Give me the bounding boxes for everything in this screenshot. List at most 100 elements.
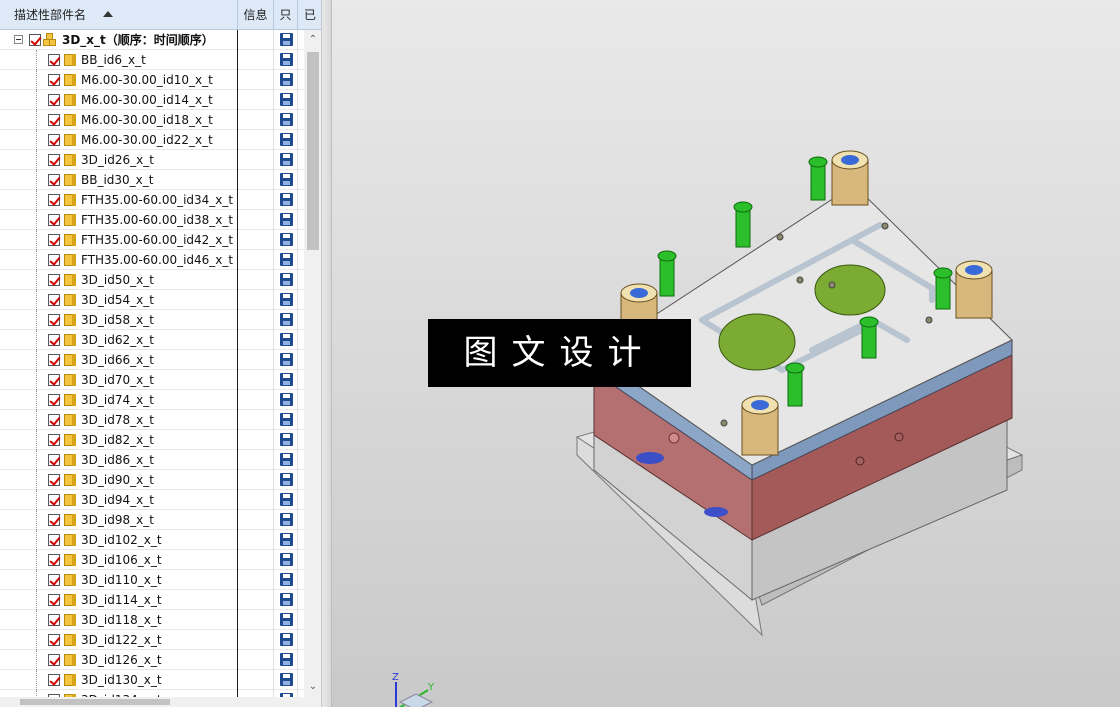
tree-row[interactable]: M6.00-30.00_id10_x_t bbox=[0, 70, 304, 90]
visibility-checkbox[interactable] bbox=[48, 554, 60, 566]
horizontal-scrollbar[interactable] bbox=[0, 697, 321, 707]
visibility-checkbox[interactable] bbox=[48, 334, 60, 346]
save-icon[interactable] bbox=[280, 33, 293, 46]
visibility-checkbox[interactable] bbox=[48, 414, 60, 426]
save-icon[interactable] bbox=[280, 373, 293, 386]
tree-row[interactable]: FTH35.00-60.00_id34_x_t bbox=[0, 190, 304, 210]
save-icon[interactable] bbox=[280, 393, 293, 406]
visibility-checkbox[interactable] bbox=[48, 354, 60, 366]
save-icon[interactable] bbox=[280, 533, 293, 546]
save-icon[interactable] bbox=[280, 473, 293, 486]
tree-row[interactable]: 3D_id66_x_t bbox=[0, 350, 304, 370]
column-header-only[interactable]: 只 bbox=[274, 0, 298, 30]
save-icon[interactable] bbox=[280, 433, 293, 446]
tree-row[interactable]: 3D_id98_x_t bbox=[0, 510, 304, 530]
visibility-checkbox[interactable] bbox=[48, 494, 60, 506]
visibility-checkbox[interactable] bbox=[48, 574, 60, 586]
scrollbar-thumb[interactable] bbox=[307, 52, 319, 250]
visibility-checkbox[interactable] bbox=[48, 314, 60, 326]
tree-row[interactable]: 3D_id74_x_t bbox=[0, 390, 304, 410]
save-icon[interactable] bbox=[280, 333, 293, 346]
save-icon[interactable] bbox=[280, 133, 293, 146]
tree-row[interactable]: 3D_id118_x_t bbox=[0, 610, 304, 630]
vertical-scrollbar[interactable]: ⌃ ⌄ bbox=[304, 30, 321, 697]
visibility-checkbox[interactable] bbox=[48, 614, 60, 626]
tree-row[interactable]: 3D_id90_x_t bbox=[0, 470, 304, 490]
sort-ascending-icon[interactable] bbox=[103, 11, 113, 17]
pane-splitter[interactable] bbox=[322, 0, 332, 707]
save-icon[interactable] bbox=[280, 413, 293, 426]
visibility-checkbox[interactable] bbox=[48, 634, 60, 646]
tree-row[interactable]: 3D_id86_x_t bbox=[0, 450, 304, 470]
collapse-icon[interactable] bbox=[14, 35, 23, 44]
column-header-name[interactable]: 描述性部件名 bbox=[0, 0, 238, 30]
tree-row[interactable]: 3D_id110_x_t bbox=[0, 570, 304, 590]
save-icon[interactable] bbox=[280, 313, 293, 326]
visibility-checkbox[interactable] bbox=[48, 474, 60, 486]
save-icon[interactable] bbox=[280, 153, 293, 166]
tree-row[interactable]: 3D_id94_x_t bbox=[0, 490, 304, 510]
tree-row[interactable]: M6.00-30.00_id22_x_t bbox=[0, 130, 304, 150]
save-icon[interactable] bbox=[280, 633, 293, 646]
tree-row[interactable]: BB_id30_x_t bbox=[0, 170, 304, 190]
save-icon[interactable] bbox=[280, 253, 293, 266]
tree-row[interactable]: 3D_id50_x_t bbox=[0, 270, 304, 290]
visibility-checkbox[interactable] bbox=[48, 434, 60, 446]
visibility-checkbox[interactable] bbox=[48, 214, 60, 226]
visibility-checkbox[interactable] bbox=[48, 294, 60, 306]
visibility-checkbox[interactable] bbox=[29, 34, 41, 46]
save-icon[interactable] bbox=[280, 113, 293, 126]
save-icon[interactable] bbox=[280, 613, 293, 626]
tree-row[interactable]: 3D_id122_x_t bbox=[0, 630, 304, 650]
visibility-checkbox[interactable] bbox=[48, 114, 60, 126]
tree-row[interactable]: 3D_id58_x_t bbox=[0, 310, 304, 330]
visibility-checkbox[interactable] bbox=[48, 454, 60, 466]
tree-row[interactable]: 3D_id114_x_t bbox=[0, 590, 304, 610]
tree-row[interactable]: 3D_id102_x_t bbox=[0, 530, 304, 550]
visibility-checkbox[interactable] bbox=[48, 194, 60, 206]
save-icon[interactable] bbox=[280, 293, 293, 306]
save-icon[interactable] bbox=[280, 213, 293, 226]
save-icon[interactable] bbox=[280, 173, 293, 186]
visibility-checkbox[interactable] bbox=[48, 534, 60, 546]
tree-row[interactable]: 3D_id26_x_t bbox=[0, 150, 304, 170]
tree-row[interactable]: BB_id6_x_t bbox=[0, 50, 304, 70]
horizontal-scrollbar-thumb[interactable] bbox=[20, 699, 170, 705]
tree-row[interactable]: M6.00-30.00_id14_x_t bbox=[0, 90, 304, 110]
scroll-up-icon[interactable]: ⌃ bbox=[308, 35, 318, 45]
tree-row[interactable]: FTH35.00-60.00_id42_x_t bbox=[0, 230, 304, 250]
tree-row[interactable]: 3D_id62_x_t bbox=[0, 330, 304, 350]
tree-root-row[interactable]: 3D_x_t（顺序：时间顺序） bbox=[0, 30, 304, 50]
visibility-checkbox[interactable] bbox=[48, 594, 60, 606]
tree-row[interactable]: 3D_id126_x_t bbox=[0, 650, 304, 670]
save-icon[interactable] bbox=[280, 653, 293, 666]
tree-row[interactable]: 3D_id130_x_t bbox=[0, 670, 304, 690]
save-icon[interactable] bbox=[280, 273, 293, 286]
tree-row[interactable]: FTH35.00-60.00_id38_x_t bbox=[0, 210, 304, 230]
save-icon[interactable] bbox=[280, 493, 293, 506]
save-icon[interactable] bbox=[280, 53, 293, 66]
save-icon[interactable] bbox=[280, 93, 293, 106]
visibility-checkbox[interactable] bbox=[48, 174, 60, 186]
save-icon[interactable] bbox=[280, 353, 293, 366]
tree-row[interactable]: 3D_id70_x_t bbox=[0, 370, 304, 390]
tree-row[interactable]: 3D_id54_x_t bbox=[0, 290, 304, 310]
visibility-checkbox[interactable] bbox=[48, 374, 60, 386]
visibility-checkbox[interactable] bbox=[48, 514, 60, 526]
save-icon[interactable] bbox=[280, 553, 293, 566]
save-icon[interactable] bbox=[280, 193, 293, 206]
visibility-checkbox[interactable] bbox=[48, 134, 60, 146]
save-icon[interactable] bbox=[280, 673, 293, 686]
visibility-checkbox[interactable] bbox=[48, 234, 60, 246]
visibility-checkbox[interactable] bbox=[48, 274, 60, 286]
column-header-info[interactable]: 信息 bbox=[238, 0, 274, 30]
tree-row[interactable]: 3D_id106_x_t bbox=[0, 550, 304, 570]
visibility-checkbox[interactable] bbox=[48, 654, 60, 666]
tree-row[interactable]: FTH35.00-60.00_id46_x_t bbox=[0, 250, 304, 270]
visibility-checkbox[interactable] bbox=[48, 94, 60, 106]
scroll-down-icon[interactable]: ⌄ bbox=[308, 682, 318, 692]
visibility-checkbox[interactable] bbox=[48, 254, 60, 266]
tree-row[interactable]: 3D_id82_x_t bbox=[0, 430, 304, 450]
save-icon[interactable] bbox=[280, 233, 293, 246]
save-icon[interactable] bbox=[280, 513, 293, 526]
